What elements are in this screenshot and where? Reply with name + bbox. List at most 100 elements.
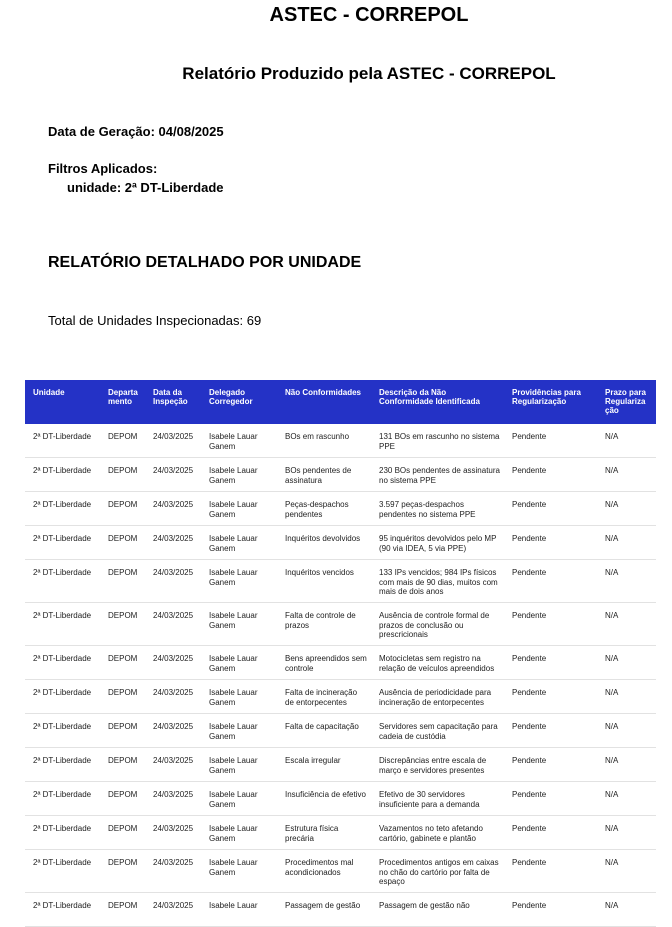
cell-delegado: Isabele Lauar Ganem [201, 679, 277, 714]
cell-unidade: 2ª DT-Liberdade [25, 892, 100, 927]
cell-unidade: 2ª DT-Liberdade [25, 602, 100, 646]
cell-prazo: N/A [597, 747, 656, 782]
cell-prazo: N/A [597, 525, 656, 560]
cell-departamento: DEPOM [100, 525, 145, 560]
cell-nao-conformidade: Bens apreendidos sem controle [277, 645, 371, 680]
col-header-delegado: Delegado Corregedor [201, 380, 277, 424]
cell-prazo: N/A [597, 815, 656, 850]
cell-prazo: N/A [597, 713, 656, 748]
cell-providencias: Pendente [504, 892, 597, 927]
cell-unidade: 2ª DT-Liberdade [25, 713, 100, 748]
cell-unidade: 2ª DT-Liberdade [25, 645, 100, 680]
cell-providencias: Pendente [504, 424, 597, 458]
cell-departamento: DEPOM [100, 892, 145, 927]
cell-providencias: Pendente [504, 559, 597, 603]
cell-data: 24/03/2025 [145, 602, 201, 646]
col-header-departamento: Departa mento [100, 380, 145, 424]
table-row: 2ª DT-Liberdade DEPOM 24/03/2025 Isabele… [25, 849, 656, 893]
cell-data: 24/03/2025 [145, 849, 201, 893]
cell-data: 24/03/2025 [145, 457, 201, 492]
col-header-prazo: Prazo para Regulariza ção [597, 380, 656, 424]
cell-providencias: Pendente [504, 713, 597, 748]
cell-prazo: N/A [597, 491, 656, 526]
cell-prazo: N/A [597, 892, 656, 927]
cell-delegado: Isabele Lauar Ganem [201, 645, 277, 680]
col-header-descricao: Descrição da Não Conformidade Identifica… [371, 380, 504, 424]
cell-prazo: N/A [597, 602, 656, 646]
cell-nao-conformidade: Inquéritos devolvidos [277, 525, 371, 560]
cell-providencias: Pendente [504, 602, 597, 646]
cell-providencias: Pendente [504, 525, 597, 560]
report-table: Unidade Departa mento Data da Inspeção D… [25, 380, 656, 927]
cell-delegado: Isabele Lauar Ganem [201, 559, 277, 603]
table-row: 2ª DT-Liberdade DEPOM 24/03/2025 Isabele… [25, 713, 656, 748]
cell-nao-conformidade: Estrutura física precária [277, 815, 371, 850]
cell-data: 24/03/2025 [145, 424, 201, 458]
table-header-row: Unidade Departa mento Data da Inspeção D… [25, 380, 656, 424]
table-row: 2ª DT-Liberdade DEPOM 24/03/2025 Isabele… [25, 559, 656, 603]
cell-descricao: 133 IPs vencidos; 984 IPs físicos com ma… [371, 559, 504, 603]
cell-descricao: 131 BOs em rascunho no sistema PPE [371, 424, 504, 458]
cell-unidade: 2ª DT-Liberdade [25, 491, 100, 526]
cell-data: 24/03/2025 [145, 713, 201, 748]
filter-unit: unidade: 2ª DT-Liberdade [67, 180, 224, 195]
cell-nao-conformidade: Falta de capacitação [277, 713, 371, 748]
cell-unidade: 2ª DT-Liberdade [25, 849, 100, 893]
cell-descricao: Ausência de periodicidade para incineraç… [371, 679, 504, 714]
cell-departamento: DEPOM [100, 747, 145, 782]
cell-descricao: 95 inquéritos devolvidos pelo MP (90 via… [371, 525, 504, 560]
table-row: 2ª DT-Liberdade DEPOM 24/03/2025 Isabele… [25, 457, 656, 492]
table-row: 2ª DT-Liberdade DEPOM 24/03/2025 Isabele… [25, 892, 656, 927]
cell-data: 24/03/2025 [145, 559, 201, 603]
section-title: RELATÓRIO DETALHADO POR UNIDADE [48, 254, 362, 271]
cell-providencias: Pendente [504, 457, 597, 492]
cell-nao-conformidade: Insuficiência de efetivo [277, 781, 371, 816]
cell-delegado: Isabele Lauar Ganem [201, 602, 277, 646]
cell-departamento: DEPOM [100, 559, 145, 603]
cell-providencias: Pendente [504, 815, 597, 850]
table-row: 2ª DT-Liberdade DEPOM 24/03/2025 Isabele… [25, 602, 656, 646]
cell-departamento: DEPOM [100, 781, 145, 816]
cell-unidade: 2ª DT-Liberdade [25, 457, 100, 492]
cell-nao-conformidade: Falta de incineração de entorpecentes [277, 679, 371, 714]
cell-departamento: DEPOM [100, 645, 145, 680]
report-subtitle: Relatório Produzido pela ASTEC - CORREPO… [182, 64, 556, 83]
cell-prazo: N/A [597, 781, 656, 816]
cell-departamento: DEPOM [100, 602, 145, 646]
cell-nao-conformidade: Passagem de gestão [277, 892, 371, 927]
cell-descricao: Vazamentos no teto afetando cartório, ga… [371, 815, 504, 850]
cell-departamento: DEPOM [100, 424, 145, 458]
table-row: 2ª DT-Liberdade DEPOM 24/03/2025 Isabele… [25, 424, 656, 458]
cell-data: 24/03/2025 [145, 491, 201, 526]
cell-unidade: 2ª DT-Liberdade [25, 815, 100, 850]
table-row: 2ª DT-Liberdade DEPOM 24/03/2025 Isabele… [25, 815, 656, 850]
cell-prazo: N/A [597, 679, 656, 714]
cell-unidade: 2ª DT-Liberdade [25, 679, 100, 714]
cell-nao-conformidade: Escala irregular [277, 747, 371, 782]
table-row: 2ª DT-Liberdade DEPOM 24/03/2025 Isabele… [25, 781, 656, 816]
cell-data: 24/03/2025 [145, 525, 201, 560]
cell-delegado: Isabele Lauar Ganem [201, 457, 277, 492]
cell-nao-conformidade: BOs em rascunho [277, 424, 371, 458]
cell-unidade: 2ª DT-Liberdade [25, 747, 100, 782]
total-units: Total de Unidades Inspecionadas: 69 [48, 313, 262, 328]
cell-delegado: Isabele Lauar Ganem [201, 525, 277, 560]
cell-providencias: Pendente [504, 747, 597, 782]
table-row: 2ª DT-Liberdade DEPOM 24/03/2025 Isabele… [25, 645, 656, 680]
cell-prazo: N/A [597, 849, 656, 893]
cell-descricao: Procedimentos antigos em caixas no chão … [371, 849, 504, 893]
cell-providencias: Pendente [504, 491, 597, 526]
cell-delegado: Isabele Lauar Ganem [201, 781, 277, 816]
col-header-unidade: Unidade [25, 380, 100, 424]
cell-providencias: Pendente [504, 781, 597, 816]
table-row: 2ª DT-Liberdade DEPOM 24/03/2025 Isabele… [25, 747, 656, 782]
cell-nao-conformidade: Procedimentos mal acondicionados [277, 849, 371, 893]
cell-delegado: Isabele Lauar Ganem [201, 815, 277, 850]
generation-date: Data de Geração: 04/08/2025 [48, 124, 224, 139]
cell-descricao: 3.597 peças-despachos pendentes no siste… [371, 491, 504, 526]
cell-providencias: Pendente [504, 645, 597, 680]
cell-data: 24/03/2025 [145, 645, 201, 680]
cell-departamento: DEPOM [100, 679, 145, 714]
cell-data: 24/03/2025 [145, 747, 201, 782]
cell-prazo: N/A [597, 645, 656, 680]
